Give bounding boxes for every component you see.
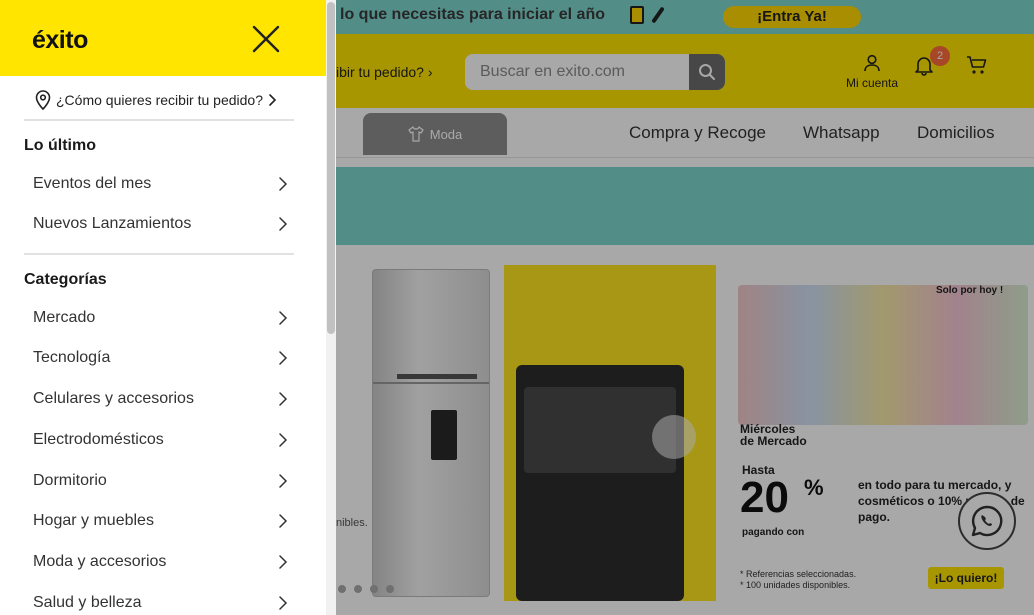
menu-item-hogar-muebles[interactable]: Hogar y muebles (33, 507, 289, 535)
close-icon (252, 25, 280, 53)
menu-item-tecnologia[interactable]: Tecnología (33, 344, 289, 372)
location-pin-icon (35, 90, 51, 110)
divider (24, 253, 294, 255)
menu-item-electrodomesticos[interactable]: Electrodomésticos (33, 426, 289, 454)
close-button[interactable] (249, 22, 283, 56)
chevron-right-icon (279, 596, 288, 610)
section-title-lo-ultimo: Lo último (24, 137, 96, 154)
exito-logo[interactable]: éxito (32, 26, 88, 55)
chevron-right-icon (279, 474, 288, 488)
divider (24, 119, 294, 121)
delivery-method-label: ¿Cómo quieres recibir tu pedido? (56, 92, 263, 108)
chevron-right-icon (279, 177, 288, 191)
chevron-right-icon (279, 555, 288, 569)
section-title-categorias: Categorías (24, 271, 107, 288)
chevron-right-icon (279, 514, 288, 528)
delivery-method-link[interactable]: ¿Cómo quieres recibir tu pedido? (34, 90, 277, 110)
chevron-right-icon (279, 351, 288, 365)
drawer-scrollbar-thumb[interactable] (327, 2, 335, 334)
chevron-right-icon (279, 217, 288, 231)
side-menu-drawer: éxito ¿Cómo quieres recibir tu pedido? L… (0, 0, 326, 615)
menu-item-nuevos-lanzamientos[interactable]: Nuevos Lanzamientos (33, 210, 289, 238)
chevron-right-icon (279, 392, 288, 406)
menu-item-mercado[interactable]: Mercado (33, 304, 289, 332)
chevron-right-icon (269, 94, 277, 106)
chevron-right-icon (279, 433, 288, 447)
menu-item-dormitorio[interactable]: Dormitorio (33, 467, 289, 495)
menu-item-salud-belleza[interactable]: Salud y belleza (33, 589, 289, 615)
menu-item-moda-accesorios[interactable]: Moda y accesorios (33, 548, 289, 576)
menu-item-celulares[interactable]: Celulares y accesorios (33, 385, 289, 413)
chevron-right-icon (279, 311, 288, 325)
drawer-header: éxito (0, 0, 326, 76)
menu-item-eventos-del-mes[interactable]: Eventos del mes (33, 170, 289, 198)
